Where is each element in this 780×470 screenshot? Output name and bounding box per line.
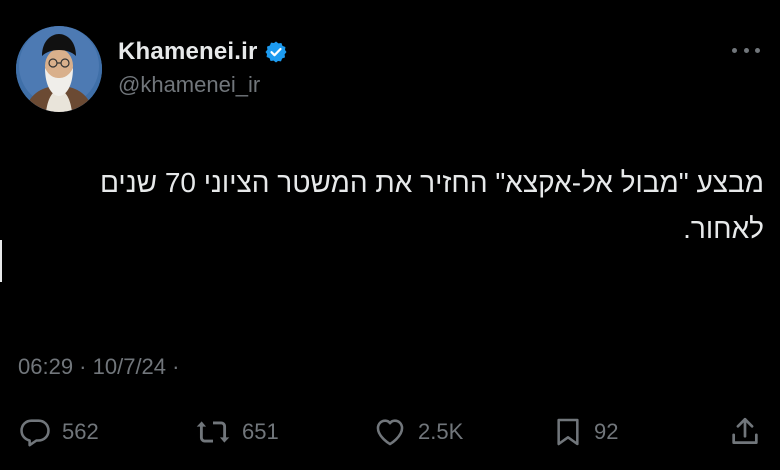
reply-icon: [20, 419, 50, 447]
tweet-timestamp[interactable]: 06:29 · 10/7/24 ·: [18, 354, 179, 380]
like-count: 2.5K: [418, 419, 464, 444]
avatar[interactable]: [16, 26, 102, 112]
tweet-card[interactable]: Khamenei.ir @khamenei_ir מבצע "מבול אל-א…: [0, 0, 780, 470]
author-display-name[interactable]: Khamenei.ir: [118, 38, 258, 66]
like-icon: [376, 419, 404, 446]
reply-button[interactable]: 562: [18, 410, 99, 454]
repost-button[interactable]: 651: [194, 410, 279, 454]
more-dot: [732, 47, 737, 53]
timestamp-separator: ·: [73, 354, 93, 379]
author-name-row[interactable]: Khamenei.ir: [118, 36, 288, 68]
repost-icon: [196, 421, 230, 443]
more-dot: [755, 47, 760, 53]
tweet-time: 06:29: [18, 354, 74, 379]
bookmark-button[interactable]: 92: [552, 410, 618, 454]
bookmark-count: 92: [594, 419, 619, 444]
more-dot: [743, 47, 749, 53]
timestamp-trailing-separator: ·: [166, 354, 180, 379]
reply-count: 562: [62, 419, 99, 444]
more-icon[interactable]: [732, 40, 760, 60]
profile-portrait-icon: [16, 26, 102, 112]
share-button[interactable]: [728, 410, 762, 454]
share-icon: [732, 417, 758, 444]
author-handle[interactable]: @khamenei_ir: [118, 72, 260, 98]
tweet-date: 10/7/24: [92, 354, 167, 379]
repost-count: 651: [242, 419, 279, 444]
tweet-text: מבצע "מבול אל-אקצא" החזיר את המשטר הציונ…: [100, 167, 764, 244]
bookmark-icon: [557, 418, 579, 446]
verified-badge-icon: [264, 40, 288, 64]
action-bar: 562 651 2.5K 92: [0, 410, 780, 454]
text-cursor-marker: [0, 240, 2, 282]
like-button[interactable]: 2.5K: [372, 410, 463, 454]
